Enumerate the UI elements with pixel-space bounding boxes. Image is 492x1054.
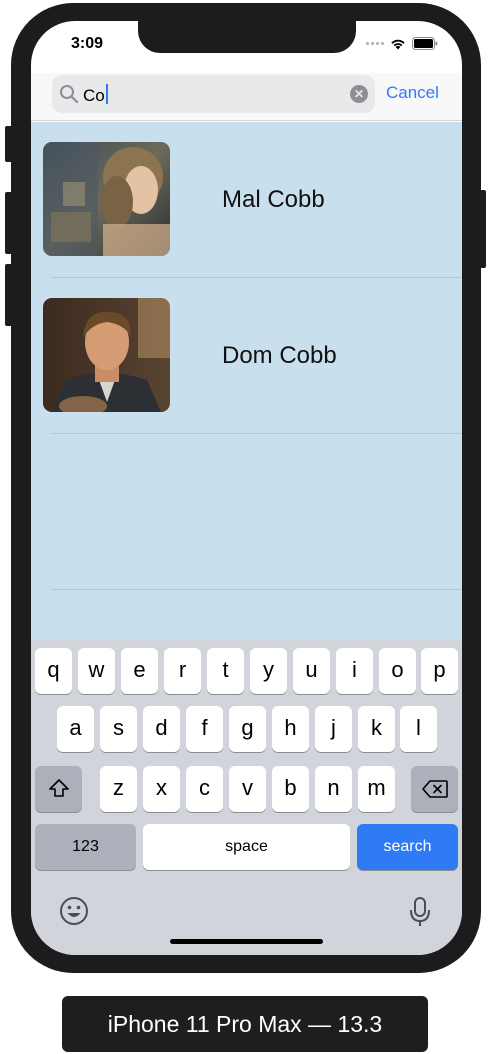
text-caret bbox=[105, 84, 108, 104]
emoji-icon[interactable] bbox=[59, 896, 89, 926]
key-d[interactable]: d bbox=[143, 706, 180, 752]
search-query-text: Co bbox=[83, 86, 105, 105]
search-input[interactable]: Co ✕ bbox=[52, 75, 375, 113]
volume-up-button bbox=[5, 192, 12, 254]
key-u[interactable]: u bbox=[293, 648, 330, 694]
result-row-mal-cobb[interactable]: Mal Cobb bbox=[31, 122, 462, 278]
numbers-key[interactable]: 123 bbox=[35, 824, 136, 870]
key-n[interactable]: n bbox=[315, 766, 352, 812]
key-l[interactable]: l bbox=[400, 706, 437, 752]
search-icon bbox=[60, 85, 79, 104]
key-r[interactable]: r bbox=[164, 648, 201, 694]
backspace-key[interactable] bbox=[411, 766, 458, 812]
key-o[interactable]: o bbox=[379, 648, 416, 694]
clear-text-icon[interactable]: ✕ bbox=[350, 85, 368, 103]
home-indicator[interactable] bbox=[170, 939, 323, 944]
key-v[interactable]: v bbox=[229, 766, 266, 812]
result-row-dom-cobb[interactable]: Dom Cobb bbox=[31, 278, 462, 434]
key-c[interactable]: c bbox=[186, 766, 223, 812]
key-j[interactable]: j bbox=[315, 706, 352, 752]
search-bar: Co ✕ Cancel bbox=[31, 73, 462, 121]
dom-cobb-photo bbox=[43, 298, 170, 412]
search-results-list: Mal Cobb Dom Cobb bbox=[31, 122, 462, 642]
cancel-button[interactable]: Cancel bbox=[386, 83, 439, 103]
key-s[interactable]: s bbox=[100, 706, 137, 752]
microphone-icon[interactable] bbox=[407, 896, 433, 928]
silent-switch bbox=[5, 126, 12, 162]
key-p[interactable]: p bbox=[421, 648, 458, 694]
key-i[interactable]: i bbox=[336, 648, 373, 694]
key-x[interactable]: x bbox=[143, 766, 180, 812]
space-key[interactable]: space bbox=[143, 824, 350, 870]
key-b[interactable]: b bbox=[272, 766, 309, 812]
result-name: Mal Cobb bbox=[222, 186, 325, 213]
keyboard: q w e r t y u i o p a s d f g h j k l z … bbox=[31, 640, 462, 955]
key-k[interactable]: k bbox=[358, 706, 395, 752]
result-name: Dom Cobb bbox=[222, 342, 337, 369]
shift-key[interactable] bbox=[35, 766, 82, 812]
key-a[interactable]: a bbox=[57, 706, 94, 752]
key-f[interactable]: f bbox=[186, 706, 223, 752]
mal-cobb-photo bbox=[43, 142, 170, 256]
key-y[interactable]: y bbox=[250, 648, 287, 694]
status-time: 3:09 bbox=[71, 35, 104, 52]
key-m[interactable]: m bbox=[358, 766, 395, 812]
key-h[interactable]: h bbox=[272, 706, 309, 752]
device-screen: 3:09 Co ✕ Cancel Mal Cobb Dom Cobb q w e… bbox=[31, 21, 462, 955]
power-button bbox=[480, 190, 486, 268]
battery-icon bbox=[412, 37, 438, 50]
camera-notch bbox=[138, 21, 356, 53]
key-q[interactable]: q bbox=[35, 648, 72, 694]
key-t[interactable]: t bbox=[207, 648, 244, 694]
backspace-icon bbox=[421, 780, 448, 798]
empty-row-separator bbox=[51, 589, 462, 590]
wifi-icon bbox=[391, 39, 405, 49]
key-z[interactable]: z bbox=[100, 766, 137, 812]
key-w[interactable]: w bbox=[78, 648, 115, 694]
shift-icon bbox=[48, 779, 69, 797]
key-e[interactable]: e bbox=[121, 648, 158, 694]
volume-down-button bbox=[5, 264, 12, 326]
device-model-label: iPhone 11 Pro Max — 13.3 bbox=[62, 996, 428, 1052]
cellular-signal-icon bbox=[366, 42, 384, 45]
search-key[interactable]: search bbox=[357, 824, 458, 870]
key-g[interactable]: g bbox=[229, 706, 266, 752]
